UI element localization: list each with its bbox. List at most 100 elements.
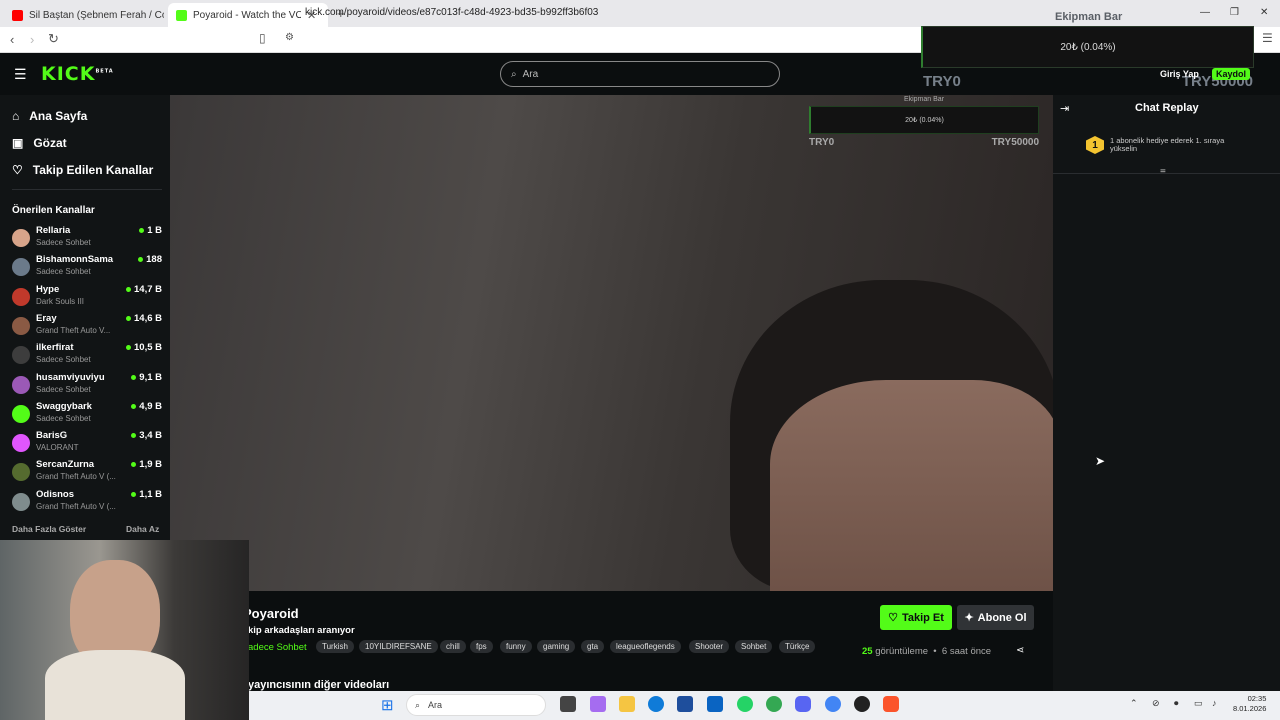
microphone-icon[interactable]: ⏺ xyxy=(1174,698,1179,709)
outlook-icon[interactable] xyxy=(707,696,723,712)
sidebar-channel[interactable]: ilkerfirat Sadece Sohbet 10,5 B xyxy=(12,342,162,370)
file-explorer-icon[interactable] xyxy=(619,696,635,712)
network-icon[interactable]: ⊘ xyxy=(1152,698,1160,709)
forward-icon[interactable]: › xyxy=(30,32,34,47)
sidebar-channel[interactable]: Odisnos Grand Theft Auto V (... 1,1 B xyxy=(12,489,162,517)
taskbar-clock[interactable]: 02:35 8.01.2026 xyxy=(1233,694,1266,714)
viewer-count: 3,4 B xyxy=(131,430,162,441)
tab-label: Poyaroid - Watch the VOD on Kick xyxy=(193,9,301,21)
heart-icon: ♡ xyxy=(12,163,23,177)
stream-tag[interactable]: Turkish xyxy=(316,640,354,653)
widget-title: Ekipman Bar xyxy=(1055,11,1123,23)
stream-tag[interactable]: chill xyxy=(440,640,466,653)
search-input[interactable]: ⌕ Ara xyxy=(500,61,780,87)
sidebar-channel[interactable]: Swaggybark Sadece Sohbet 4,9 B xyxy=(12,401,162,429)
site-info-icon[interactable]: ⚙ xyxy=(285,32,294,43)
live-dot-icon xyxy=(139,228,145,233)
kick-favicon-icon xyxy=(176,9,187,21)
tab-youtube[interactable]: Sil Baştan (Şebnem Ferah / Cover) - YouT… xyxy=(4,3,164,27)
search-placeholder: Ara xyxy=(522,68,539,80)
live-dot-icon xyxy=(131,433,137,439)
gift-leaderboard-message: 1 abonelik hediye ederek 1. sıraya yükse… xyxy=(1110,136,1225,153)
brave-icon[interactable] xyxy=(883,696,899,712)
channel-category: Sadece Sohbet xyxy=(36,267,91,277)
hamburger-menu-icon[interactable]: ☰ xyxy=(14,66,27,83)
stream-tag[interactable]: Sohbet xyxy=(735,640,773,653)
tab-kick[interactable]: Poyaroid - Watch the VOD on Kick ✕ xyxy=(168,3,328,27)
search-icon: ⌕ xyxy=(415,699,421,710)
chrome-icon[interactable] xyxy=(766,696,782,712)
windows-taskbar xyxy=(249,691,1280,720)
stream-category[interactable]: adece Sohbet xyxy=(248,642,307,653)
sidebar-channel[interactable]: Eray Grand Theft Auto V... 14,6 B xyxy=(12,313,162,341)
whatsapp-icon[interactable] xyxy=(737,696,753,712)
stream-tag[interactable]: funny xyxy=(500,640,532,653)
widget-progress: 20₺ (0.04%) xyxy=(921,26,1254,68)
sidebar-channel[interactable]: Rellaria Sadece Sohbet 1 B xyxy=(12,225,162,253)
viewer-count: 4,9 B xyxy=(131,401,162,412)
sidebar-channel[interactable]: Hype Dark Souls III 14,7 B xyxy=(12,284,162,312)
channel-name: ilkerfirat xyxy=(36,342,74,354)
ekipman-bar-overlay: Ekipman Bar 20₺ (0.04%) TRY0 TRY50000 xyxy=(809,96,1039,154)
browser-menu-icon[interactable]: ☰ xyxy=(1262,31,1273,45)
copilot-icon[interactable] xyxy=(590,696,606,712)
windows-start-icon[interactable]: ⊞ xyxy=(381,696,394,714)
sidebar-channel[interactable]: husamviyuviyu Sadece Sohbet 9,1 B xyxy=(12,372,162,400)
ekipman-bar-max: TRY50000 xyxy=(991,137,1039,148)
url-field[interactable]: kick.com/poyaroid/videos/e87c013f-c48d-4… xyxy=(305,7,598,18)
display-icon[interactable]: ▭ xyxy=(1194,698,1203,709)
channel-name: BarisG xyxy=(36,430,68,442)
ekipman-bar-widget: Ekipman Bar 20₺ (0.04%) TRY0 TRY50000 xyxy=(921,9,1255,94)
mouse-cursor-icon: ➤ xyxy=(1095,454,1106,468)
task-view-icon[interactable] xyxy=(560,696,576,712)
stream-tag[interactable]: Türkçe xyxy=(779,640,816,653)
tray-chevron-icon[interactable]: ⌃ xyxy=(1130,698,1138,709)
stream-tag[interactable]: 10YILDIREFSANE xyxy=(359,640,438,653)
obs-icon[interactable] xyxy=(854,696,870,712)
login-button[interactable]: Giriş Yap xyxy=(1160,69,1199,79)
avatar xyxy=(12,375,30,394)
sidebar-channel[interactable]: BishamonnSama Sadece Sohbet 188 xyxy=(12,254,162,282)
stream-title: kip arkadaşları aranıyor xyxy=(248,625,355,636)
youtube-favicon-icon xyxy=(12,9,23,21)
stream-tag[interactable]: gaming xyxy=(537,640,576,653)
webcam-hoodie xyxy=(45,650,185,720)
sidebar-item-home[interactable]: ⌂ Ana Sayfa xyxy=(12,109,87,123)
discord-icon[interactable] xyxy=(795,696,811,712)
taskbar-search[interactable]: ⌕ Ara xyxy=(406,694,546,716)
close-window-icon[interactable]: ✕ xyxy=(1260,7,1268,18)
reload-icon[interactable]: ↻ xyxy=(48,31,59,47)
edge-icon[interactable] xyxy=(648,696,664,712)
stream-tag[interactable]: gta xyxy=(581,640,605,653)
collapse-chat-icon[interactable]: ⇥ xyxy=(1060,102,1069,115)
back-icon[interactable]: ‹ xyxy=(10,32,14,47)
subscribe-button[interactable]: ✦ Abone Ol xyxy=(957,605,1034,630)
stream-tag[interactable]: Shooter xyxy=(689,640,730,653)
stream-tag[interactable]: leagueoflegends xyxy=(610,640,681,653)
viewer-count: 188 xyxy=(138,254,162,265)
kick-logo[interactable]: KICKBETA xyxy=(41,63,114,85)
show-less-button[interactable]: Daha Az xyxy=(126,524,159,534)
divider xyxy=(1053,173,1280,174)
viewer-count: 14,7 B xyxy=(126,284,162,295)
sidebar-item-browse[interactable]: ▣ Gözat xyxy=(12,136,67,150)
channel-category: Sadece Sohbet xyxy=(36,355,91,365)
live-dot-icon xyxy=(131,462,137,468)
signup-button[interactable]: Kaydol xyxy=(1212,68,1251,80)
chrome-profile-icon[interactable] xyxy=(825,696,841,712)
show-more-button[interactable]: Daha Fazla Göster xyxy=(12,524,86,534)
sidebar-channel[interactable]: BarisG VALORANT 3,4 B xyxy=(12,430,162,458)
avatar xyxy=(12,229,30,247)
avatar xyxy=(12,492,30,511)
webcam-overlay xyxy=(0,540,249,720)
volume-icon[interactable]: ♪ xyxy=(1212,698,1217,708)
store-icon[interactable] xyxy=(677,696,693,712)
viewer-count: 14,6 B xyxy=(126,313,162,324)
follow-button[interactable]: ♡ Takip Et xyxy=(880,605,952,630)
share-icon[interactable]: ⋖ xyxy=(1016,645,1024,656)
stream-tag[interactable]: fps xyxy=(470,640,493,653)
sidebar-item-following[interactable]: ♡ Takip Edilen Kanallar xyxy=(12,163,153,177)
bookmark-icon[interactable]: ▯ xyxy=(259,31,266,45)
sidebar-channel[interactable]: SercanZurna Grand Theft Auto V (... 1,9 B xyxy=(12,459,162,487)
streamer-name[interactable]: Poyaroid xyxy=(243,606,299,621)
